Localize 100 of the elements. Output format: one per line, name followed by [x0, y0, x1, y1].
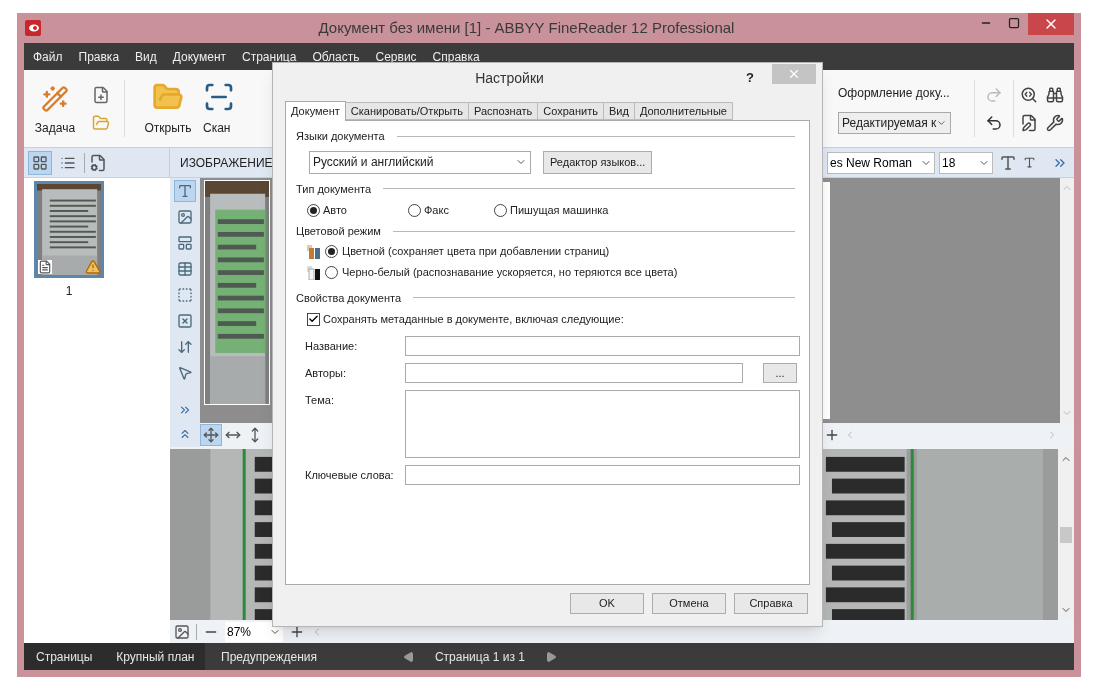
language-editor-button[interactable]: Редактор языков...: [543, 150, 653, 174]
order-areas-icon: [177, 339, 193, 355]
bottom-tab[interactable]: Крупный план: [104, 647, 207, 666]
bottom-tab[interactable]: Страницы: [24, 647, 105, 666]
dialog-button[interactable]: Отмена: [652, 593, 726, 614]
delete-area-icon: [177, 313, 193, 329]
area-tool-button[interactable]: [174, 180, 196, 202]
scanner-icon: [203, 81, 235, 113]
mixed-area-icon: [177, 235, 193, 251]
tab[interactable]: Дополнительные: [634, 102, 733, 120]
radio-label: Факс: [424, 202, 449, 218]
font-grow-icon[interactable]: [999, 153, 1017, 172]
maximize-icon: [1008, 17, 1020, 29]
field-label: Название:: [305, 338, 359, 354]
dialog-button[interactable]: Справка: [734, 593, 808, 614]
radio-label: Авто: [323, 202, 347, 218]
layout-label: Оформление доку...: [838, 84, 951, 102]
task-button[interactable]: Задача: [24, 70, 86, 147]
field-label: Ключевые слова:: [305, 467, 395, 483]
app-logo-icon: [25, 20, 41, 36]
menu-item[interactable]: Вид: [135, 47, 157, 66]
section-heading: Языки документа: [296, 129, 385, 144]
grid-view-button[interactable]: [28, 150, 52, 175]
open-button[interactable]: Открыть: [133, 70, 203, 147]
dialog-button[interactable]: OK: [570, 593, 644, 614]
radio-button[interactable]: [325, 266, 338, 279]
menu-item[interactable]: Область: [312, 47, 360, 66]
tab[interactable]: Сканировать/Открыть: [345, 102, 469, 120]
expand-icon[interactable]: [178, 403, 192, 417]
grid-icon: [32, 154, 48, 171]
background-area-icon: [177, 287, 193, 303]
tab[interactable]: Распознать: [469, 102, 539, 120]
radio-button[interactable]: [494, 203, 507, 217]
settings-icon[interactable]: [1046, 113, 1064, 132]
tab[interactable]: Вид: [604, 102, 635, 120]
window-title: Документ без имени [1] - ABBYY FineReader 12 Professional: [317, 17, 736, 38]
text-page-icon: [38, 260, 52, 274]
menu-item[interactable]: Справка: [432, 47, 480, 66]
page-navigation: Страница 1 из 1: [433, 648, 526, 666]
document-edit-icon[interactable]: [1020, 113, 1038, 132]
fit-page-icon: [203, 427, 219, 443]
next-page-icon[interactable]: [544, 650, 557, 663]
language-dropdown[interactable]: Русский и английский: [309, 150, 531, 174]
undo-icon[interactable]: [985, 113, 1003, 132]
help-button[interactable]: ?: [746, 68, 754, 88]
radio-label: Цветной (сохраняет цвета при добавлении страниц): [342, 244, 610, 260]
font-shrink-icon[interactable]: [1023, 156, 1036, 169]
font-dropdown[interactable]: es New Roman: [827, 151, 935, 174]
check-icon: [308, 313, 319, 325]
page-number: 1: [65, 283, 73, 300]
table-area-icon: [177, 261, 193, 277]
radio-label: Черно-белый (распознавание ускоряется, но теряются все цвета): [342, 265, 678, 281]
checkbox-label: Сохранять метаданные в документе, включая следующие:: [323, 311, 624, 327]
page-settings-icon[interactable]: [89, 153, 107, 172]
zoom-window-icon[interactable]: [174, 623, 190, 640]
layout-dropdown[interactable]: Редактируемая к: [838, 111, 951, 134]
field-label: Тема:: [305, 393, 335, 408]
section-heading: Свойства документа: [296, 290, 401, 306]
menu-item[interactable]: Сервис: [375, 47, 417, 66]
new-document-icon[interactable]: [92, 85, 110, 104]
text-area-icon: [177, 183, 193, 199]
scan-button[interactable]: Скан: [203, 70, 251, 147]
radio-button[interactable]: [408, 203, 421, 217]
browse-button[interactable]: ...: [763, 363, 797, 383]
input-field[interactable]: [405, 336, 800, 356]
menu-item[interactable]: Файл: [33, 47, 63, 66]
magic-wand-icon: [41, 85, 69, 113]
tab[interactable]: Сохранить: [538, 102, 604, 120]
section-heading: Цветовой режим: [296, 224, 381, 239]
color-mode-icon: [307, 244, 321, 259]
cursor-icon: [177, 365, 193, 381]
binoculars-icon[interactable]: [1046, 85, 1064, 104]
picture-area-icon: [177, 209, 193, 225]
scroll-thumb[interactable]: [1060, 526, 1072, 543]
color-mode-icon: [307, 265, 321, 280]
menu-item[interactable]: Правка: [78, 47, 120, 66]
input-field[interactable]: [405, 363, 743, 383]
checkbox[interactable]: [307, 312, 320, 326]
radio-button[interactable]: [325, 245, 338, 258]
field-label: Авторы:: [305, 365, 348, 381]
radio-label: Пишущая машинка: [510, 202, 609, 218]
menu-item[interactable]: Документ: [172, 47, 226, 66]
fit-mode-button[interactable]: [200, 424, 222, 446]
collapse-icon[interactable]: [178, 427, 192, 441]
zoom-in-icon[interactable]: [824, 427, 840, 443]
bottom-tab[interactable]: Предупреждения: [205, 647, 333, 666]
font-size-dropdown[interactable]: 18: [939, 151, 993, 174]
radio-button[interactable]: [307, 203, 320, 217]
close-icon: [787, 67, 801, 81]
dialog-title: Настройки: [474, 68, 545, 88]
panel-title: ИЗОБРАЖЕНИЕ: [179, 154, 273, 172]
menu-item[interactable]: Страница: [242, 47, 297, 66]
search-icon[interactable]: [1020, 85, 1038, 104]
previous-page-icon[interactable]: [402, 650, 415, 663]
scrollbar[interactable]: [1058, 449, 1074, 620]
zoom-dropdown[interactable]: 87%: [225, 621, 283, 642]
input-field[interactable]: [405, 390, 800, 458]
input-field[interactable]: [405, 465, 800, 485]
section-heading: Тип документа: [296, 181, 372, 197]
tab[interactable]: Документ: [285, 101, 346, 121]
